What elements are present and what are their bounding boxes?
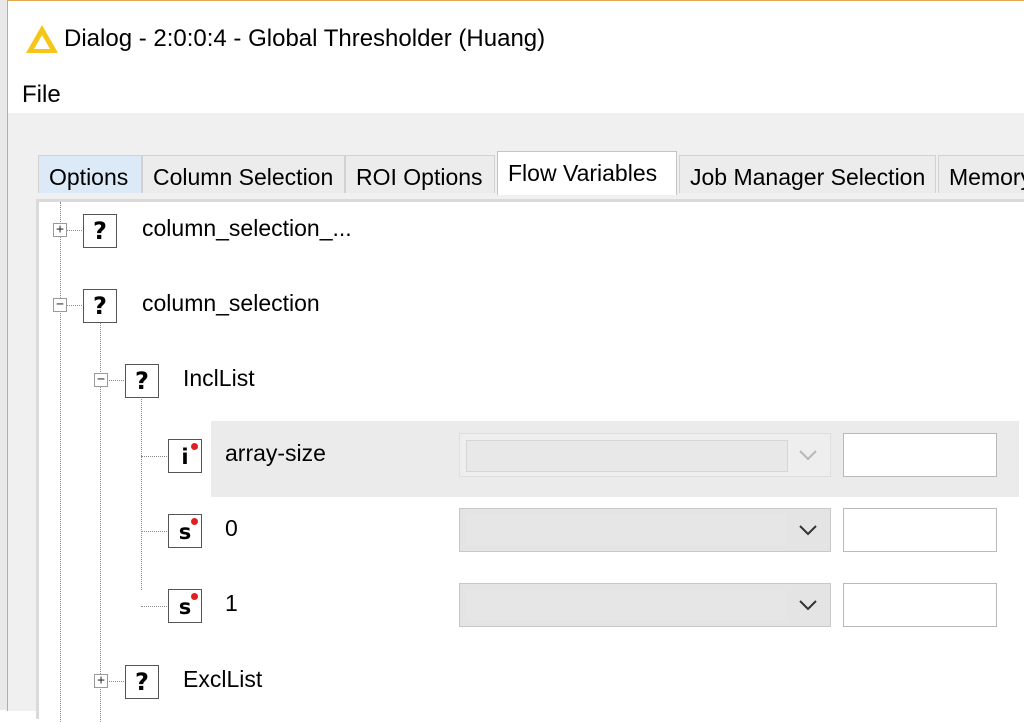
chevron-down-icon[interactable] — [796, 592, 820, 616]
collapse-toggle-icon[interactable]: − — [53, 298, 67, 312]
tab-job-manager-selection[interactable]: Job Manager Selection — [679, 155, 936, 193]
tree-connector — [141, 531, 167, 532]
integer-variable-icon: i — [168, 439, 202, 473]
flow-variable-combo[interactable] — [459, 508, 831, 552]
tree-connector — [141, 456, 167, 457]
unknown-type-icon: ? — [83, 289, 117, 323]
menu-bar: File — [8, 73, 1024, 113]
menu-file[interactable]: File — [22, 81, 61, 109]
variable-name: 0 — [225, 515, 238, 541]
tree-node-label[interactable]: InclList — [183, 365, 255, 392]
tree-node-label[interactable]: column_selection_... — [142, 215, 352, 242]
collapse-toggle-icon[interactable]: − — [94, 373, 108, 387]
unknown-type-icon: ? — [125, 665, 159, 699]
variable-name-input[interactable] — [843, 508, 997, 552]
tree-connector — [141, 396, 142, 590]
tree-node-label[interactable]: column_selection — [142, 290, 320, 317]
tab-strip: Options Column Selection ROI Options Flo… — [36, 151, 1024, 195]
tab-options[interactable]: Options — [38, 155, 142, 193]
tree-node-label[interactable]: ExclList — [183, 666, 262, 693]
combo-value — [466, 440, 788, 472]
tab-column-selection[interactable]: Column Selection — [142, 155, 345, 193]
unknown-type-icon: ? — [125, 364, 159, 398]
flow-variable-tree: + ? column_selection_... − ? column_sele… — [39, 202, 1024, 722]
chevron-down-icon — [799, 450, 817, 461]
flow-variable-combo[interactable] — [459, 583, 831, 627]
variable-name-input[interactable] — [843, 583, 997, 627]
unknown-type-icon: ? — [83, 214, 117, 248]
tree-connector — [141, 606, 167, 607]
string-variable-icon: s — [168, 589, 202, 623]
knime-warning-triangle-icon — [26, 25, 58, 53]
expand-toggle-icon[interactable]: + — [53, 223, 67, 237]
combo-value — [466, 590, 786, 620]
chevron-down-icon[interactable] — [796, 517, 820, 541]
variable-name: 1 — [225, 590, 238, 616]
dialog-content: Options Column Selection ROI Options Flo… — [8, 113, 1024, 722]
dialog-window: Dialog - 2:0:0:4 - Global Thresholder (H… — [7, 0, 1024, 722]
expand-toggle-icon[interactable]: + — [94, 674, 108, 688]
flow-variables-panel: + ? column_selection_... − ? column_sele… — [36, 199, 1024, 722]
flow-variable-combo — [459, 433, 831, 477]
title-bar: Dialog - 2:0:0:4 - Global Thresholder (H… — [8, 1, 1024, 73]
tab-flow-variables[interactable]: Flow Variables — [497, 151, 677, 195]
tab-roi-options[interactable]: ROI Options — [345, 155, 495, 193]
string-variable-icon: s — [168, 514, 202, 548]
variable-name: array-size — [225, 440, 326, 466]
tab-memory[interactable]: Memory — [938, 155, 1024, 193]
window-title: Dialog - 2:0:0:4 - Global Thresholder (H… — [64, 25, 546, 52]
variable-name-input[interactable] — [843, 433, 997, 477]
combo-value — [466, 515, 786, 545]
tree-connector — [60, 202, 61, 722]
